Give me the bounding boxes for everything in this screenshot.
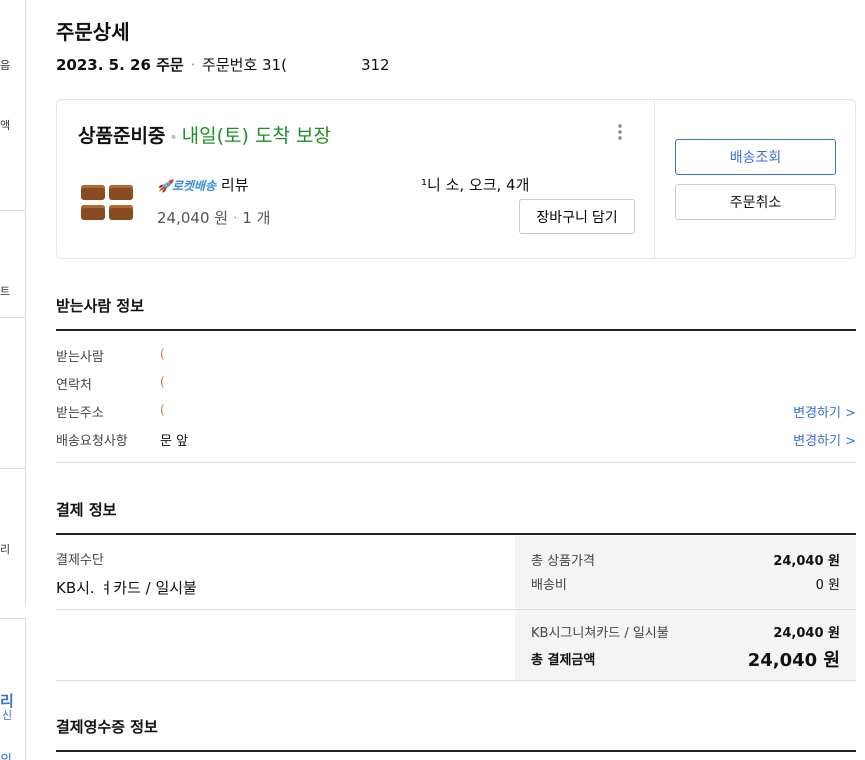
add-to-cart-button[interactable]: 장바구니 담기 [519,199,635,234]
order-number: 주문번호 31( [202,56,287,74]
order-item-card: 상품준비중 • 내일(토) 도착 보장 🚀로켓배송 리뷰 ¹니 소, 오크, 4개 … [56,99,856,259]
sidebar-promo-sub: 신 [2,709,13,722]
cancel-order-button[interactable]: 주문취소 [675,184,836,220]
recipient-phone-label: 연락처 [56,378,92,393]
section-divider [56,680,856,681]
product-name-end[interactable]: ¹니 소, 오크, 4개 [421,174,529,195]
change-request-link[interactable]: 변경하기 > [793,430,856,449]
rocket-delivery-badge: 🚀로켓배송 [157,179,217,193]
payment-method-value: KB시. ㅕ카드 / 일시불 [56,579,197,597]
payment-summary: 총 상품가격 24,040 원 배송비 0 원 KB시그니쳐카드 / 일시불 2… [515,536,856,680]
grand-total-label: 총 결제금액 [531,653,596,668]
shipping-fee-value: 0 원 [815,578,840,593]
sidebar-divider [0,210,26,211]
product-title[interactable]: 🚀로켓배송 리뷰 [157,174,249,195]
status-dot: • [169,130,178,146]
recipient-address-label: 받는주소 [56,406,104,421]
order-number-tail: 312 [360,56,390,74]
recipient-address-value: ( [160,403,165,417]
grand-total-value: 24,040 원 [747,650,840,671]
page-title: 주문상세 [56,20,130,44]
recipient-phone-value: ( [160,375,165,389]
sidebar-fragment[interactable]: 리 [0,541,26,557]
change-address-link[interactable]: 변경하기 > [793,402,856,421]
payment-section-title: 결제 정보 [56,501,117,519]
sidebar-fragment[interactable]: 트 [0,283,26,299]
receipt-section-title: 결제영수증 정보 [56,718,158,736]
section-divider [56,750,856,752]
sidebar-divider [0,468,26,469]
section-divider [56,329,856,331]
sidebar-promo-box[interactable]: 리 신 의 [0,618,26,760]
arrival-guarantee: 내일(토) 도착 보장 [181,125,331,147]
product-name-start: 리뷰 [220,176,249,194]
delivery-request-label: 배송요청사항 [56,434,128,449]
summary-divider [515,609,856,610]
delivery-status: 상품준비중 • 내일(토) 도착 보장 [78,121,331,148]
product-total-value: 24,040 원 [773,554,840,569]
product-thumbnail[interactable] [81,182,137,222]
sidebar-fragment[interactable]: 액 [0,117,26,133]
track-delivery-button[interactable]: 배송조회 [675,139,836,175]
order-meta: 2023. 5. 26 주문 · 주문번호 31( 312 [56,54,390,75]
product-total-label: 총 상품가격 [531,554,595,569]
sidebar-promo-more: 의 [0,749,25,760]
shipping-fee-label: 배송비 [531,578,567,593]
sidebar-fragment[interactable]: 음 [0,57,26,73]
card-payment-value: 24,040 원 [773,626,840,641]
recipient-name-value: ( [160,347,165,361]
meta-dot: · [185,56,201,74]
kebab-icon[interactable] [613,124,627,140]
delivery-request-value: 문 앞 [160,434,189,449]
order-item-details: 상품준비중 • 내일(토) 도착 보장 🚀로켓배송 리뷰 ¹니 소, 오크, 4개 … [57,100,655,258]
section-divider [56,533,856,535]
product-price: 24,040 원 · 1 개 [157,209,271,227]
section-divider [56,462,856,463]
payment-left-divider [56,609,515,610]
left-sidebar: 음 액 트 리 [0,0,26,607]
payment-method-label: 결제수단 [56,553,104,568]
order-date: 2023. 5. 26 주문 [56,56,184,74]
recipient-section-title: 받는사람 정보 [56,297,145,315]
sidebar-divider [0,317,26,318]
status-label: 상품준비중 [78,125,166,147]
rocket-icon: 🚀 [157,179,172,193]
recipient-name-label: 받는사람 [56,350,104,365]
card-payment-label: KB시그니쳐카드 / 일시불 [531,626,669,641]
